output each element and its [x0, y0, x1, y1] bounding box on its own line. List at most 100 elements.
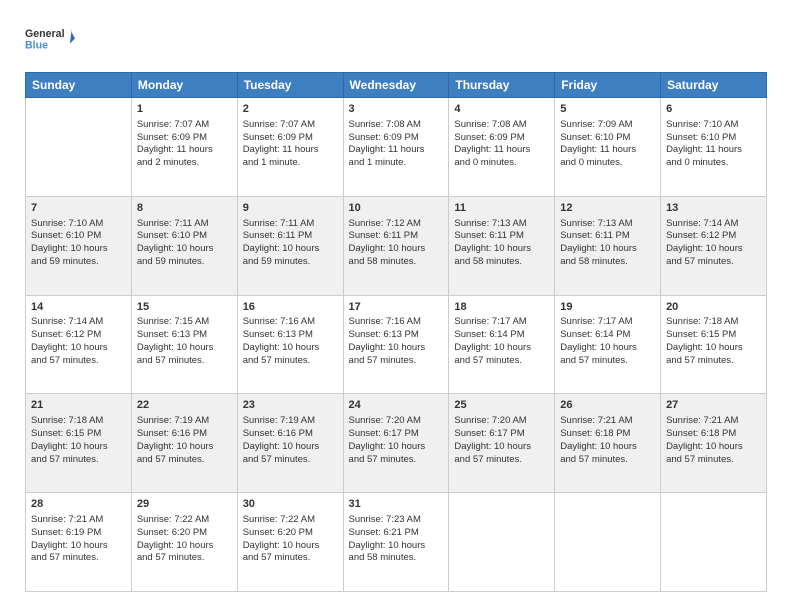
- cell-content-line: Daylight: 10 hours: [137, 540, 232, 553]
- cell-content-line: Sunrise: 7:17 AM: [454, 316, 549, 329]
- week-row-5: 28Sunrise: 7:21 AMSunset: 6:19 PMDayligh…: [26, 493, 767, 592]
- cell-content-line: and 58 minutes.: [349, 552, 444, 565]
- header-wednesday: Wednesday: [343, 73, 449, 98]
- calendar-cell: 8Sunrise: 7:11 AMSunset: 6:10 PMDaylight…: [131, 196, 237, 295]
- calendar-cell: [555, 493, 661, 592]
- cell-content-line: Sunset: 6:16 PM: [137, 428, 232, 441]
- cell-content-line: and 57 minutes.: [454, 454, 549, 467]
- calendar-cell: 23Sunrise: 7:19 AMSunset: 6:16 PMDayligh…: [237, 394, 343, 493]
- calendar-cell: 17Sunrise: 7:16 AMSunset: 6:13 PMDayligh…: [343, 295, 449, 394]
- cell-content-line: Sunset: 6:11 PM: [349, 230, 444, 243]
- cell-content-line: and 1 minute.: [243, 157, 338, 170]
- day-number: 17: [349, 300, 444, 315]
- cell-content-line: Sunrise: 7:08 AM: [454, 119, 549, 132]
- day-number: 31: [349, 497, 444, 512]
- cell-content-line: Sunrise: 7:13 AM: [560, 218, 655, 231]
- calendar-cell: 30 Sunrise: 7:22 AMSunset: 6:20 PMDayligh…: [237, 493, 343, 592]
- cell-content-line: Sunrise: 7:22 AM: [243, 514, 338, 527]
- calendar-cell: 18Sunrise: 7:17 AMSunset: 6:14 PMDayligh…: [449, 295, 555, 394]
- calendar-cell: 6Sunrise: 7:10 AMSunset: 6:10 PMDaylight…: [661, 98, 767, 197]
- cell-content-line: and 0 minutes.: [560, 157, 655, 170]
- cell-content-line: Sunset: 6:13 PM: [243, 329, 338, 342]
- generalblue-logo-icon: General Blue: [25, 20, 75, 60]
- day-number: 18: [454, 300, 549, 315]
- cell-content-line: and 58 minutes.: [454, 256, 549, 269]
- day-number: 28: [31, 497, 126, 512]
- cell-content-line: Sunrise: 7:10 AM: [31, 218, 126, 231]
- cell-content-line: Daylight: 10 hours: [243, 441, 338, 454]
- cell-content-line: and 57 minutes.: [137, 552, 232, 565]
- cell-content-line: Daylight: 10 hours: [349, 342, 444, 355]
- day-number: 21: [31, 398, 126, 413]
- cell-content-line: Sunset: 6:09 PM: [454, 132, 549, 145]
- cell-content-line: Daylight: 11 hours: [666, 144, 761, 157]
- day-number: 13: [666, 201, 761, 216]
- day-number: 7: [31, 201, 126, 216]
- cell-content-line: Sunset: 6:09 PM: [137, 132, 232, 145]
- cell-content-line: Daylight: 11 hours: [137, 144, 232, 157]
- calendar-cell: 19Sunrise: 7:17 AMSunset: 6:14 PMDayligh…: [555, 295, 661, 394]
- calendar-cell: 9Sunrise: 7:11 AMSunset: 6:11 PMDaylight…: [237, 196, 343, 295]
- day-number: 10: [349, 201, 444, 216]
- day-number: 19: [560, 300, 655, 315]
- calendar-header-row: SundayMondayTuesdayWednesdayThursdayFrid…: [26, 73, 767, 98]
- cell-content-line: Sunset: 6:14 PM: [560, 329, 655, 342]
- cell-content-line: and 58 minutes.: [349, 256, 444, 269]
- calendar-cell: 31Sunrise: 7:23 AMSunset: 6:21 PMDayligh…: [343, 493, 449, 592]
- cell-content-line: Sunset: 6:10 PM: [137, 230, 232, 243]
- cell-content-line: and 59 minutes.: [31, 256, 126, 269]
- week-row-1: 1Sunrise: 7:07 AMSunset: 6:09 PMDaylight…: [26, 98, 767, 197]
- cell-content-line: Sunset: 6:15 PM: [31, 428, 126, 441]
- cell-content-line: and 57 minutes.: [31, 552, 126, 565]
- cell-content-line: Daylight: 10 hours: [666, 342, 761, 355]
- cell-content-line: and 2 minutes.: [137, 157, 232, 170]
- calendar-cell: 2Sunrise: 7:07 AMSunset: 6:09 PMDaylight…: [237, 98, 343, 197]
- day-number: 27: [666, 398, 761, 413]
- cell-content-line: Sunrise: 7:15 AM: [137, 316, 232, 329]
- cell-content-line: Daylight: 10 hours: [349, 540, 444, 553]
- cell-content-line: Sunset: 6:09 PM: [243, 132, 338, 145]
- cell-content-line: Sunset: 6:21 PM: [349, 527, 444, 540]
- calendar-cell: [661, 493, 767, 592]
- cell-content-line: and 57 minutes.: [243, 552, 338, 565]
- day-number: 30: [243, 497, 338, 512]
- cell-content-line: Sunrise: 7:07 AM: [243, 119, 338, 132]
- cell-content-line: Sunrise: 7:18 AM: [31, 415, 126, 428]
- cell-content-line: Daylight: 10 hours: [560, 342, 655, 355]
- calendar-cell: 20Sunrise: 7:18 AMSunset: 6:15 PMDayligh…: [661, 295, 767, 394]
- cell-content-line: Sunrise: 7:19 AM: [137, 415, 232, 428]
- day-number: 3: [349, 102, 444, 117]
- header-sunday: Sunday: [26, 73, 132, 98]
- cell-content-line: Sunset: 6:20 PM: [243, 527, 338, 540]
- cell-content-line: Daylight: 11 hours: [243, 144, 338, 157]
- cell-content-line: Sunrise: 7:14 AM: [666, 218, 761, 231]
- cell-content-line: Sunrise: 7:11 AM: [137, 218, 232, 231]
- day-number: 26: [560, 398, 655, 413]
- cell-content-line: Daylight: 10 hours: [243, 342, 338, 355]
- cell-content-line: Daylight: 11 hours: [560, 144, 655, 157]
- cell-content-line: Daylight: 10 hours: [560, 441, 655, 454]
- cell-content-line: and 57 minutes.: [137, 355, 232, 368]
- cell-content-line: and 59 minutes.: [137, 256, 232, 269]
- cell-content-line: Sunrise: 7:16 AM: [349, 316, 444, 329]
- header-thursday: Thursday: [449, 73, 555, 98]
- cell-content-line: Daylight: 10 hours: [349, 243, 444, 256]
- cell-content-line: Sunset: 6:09 PM: [349, 132, 444, 145]
- cell-content-line: and 57 minutes.: [243, 355, 338, 368]
- header: General Blue: [25, 20, 767, 60]
- cell-content-line: Sunrise: 7:21 AM: [666, 415, 761, 428]
- cell-content-line: Sunset: 6:15 PM: [666, 329, 761, 342]
- calendar-cell: 4Sunrise: 7:08 AMSunset: 6:09 PMDaylight…: [449, 98, 555, 197]
- day-number: 24: [349, 398, 444, 413]
- day-number: 16: [243, 300, 338, 315]
- week-row-2: 7 Sunrise: 7:10 AM Sunset: 6:10 PM Daylight…: [26, 196, 767, 295]
- cell-content-line: Sunrise: 7:07 AM: [137, 119, 232, 132]
- cell-content-line: Daylight: 10 hours: [454, 243, 549, 256]
- cell-content-line: Sunset: 6:13 PM: [349, 329, 444, 342]
- cell-content-line: Sunset: 6:11 PM: [560, 230, 655, 243]
- cell-content-line: Daylight: 10 hours: [243, 540, 338, 553]
- cell-content-line: Sunset: 6:20 PM: [137, 527, 232, 540]
- cell-content-line: Daylight: 10 hours: [666, 441, 761, 454]
- cell-content-line: Sunset: 6:17 PM: [349, 428, 444, 441]
- cell-content-line: Sunrise: 7:20 AM: [454, 415, 549, 428]
